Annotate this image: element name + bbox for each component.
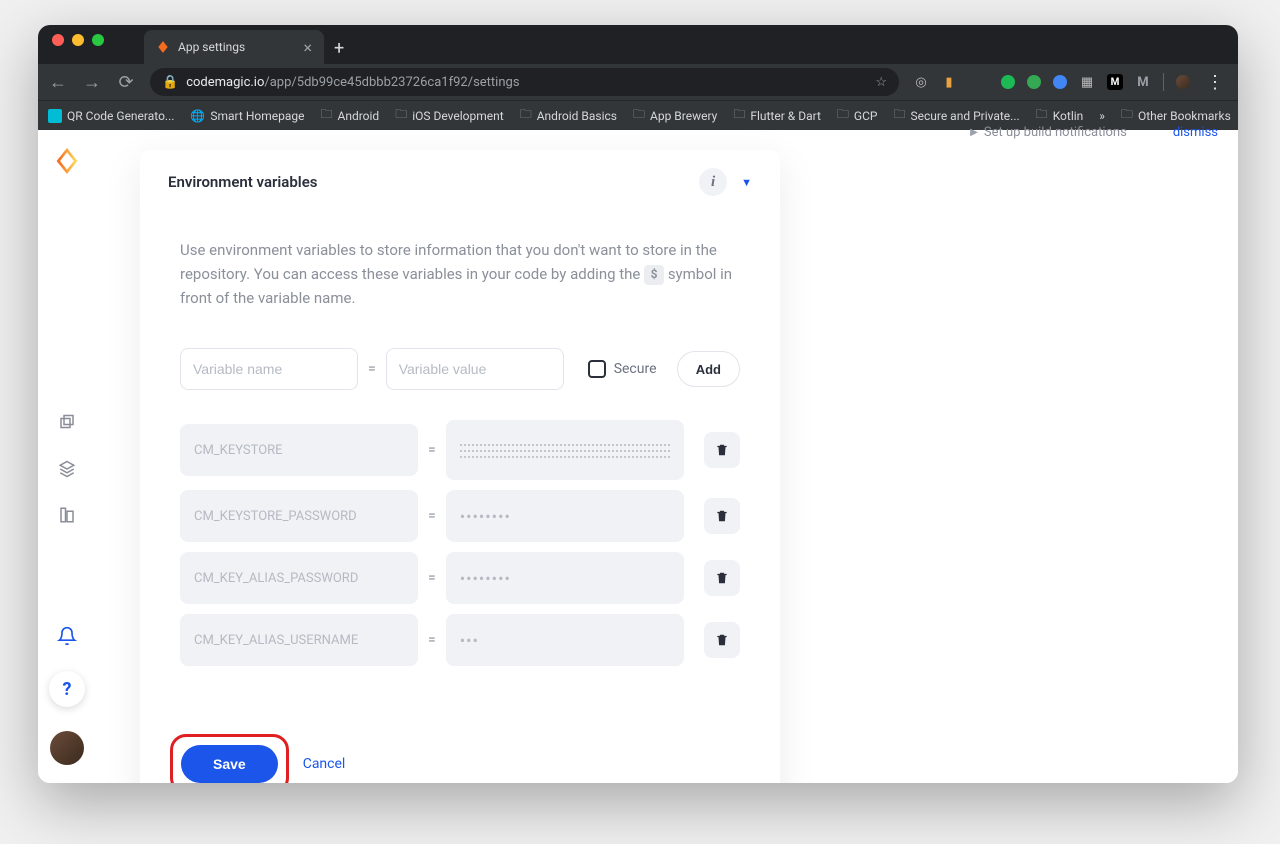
bookmark-item[interactable]: 🗀Kotlin bbox=[1036, 105, 1084, 126]
save-highlight: Save bbox=[170, 734, 289, 783]
extension-icon[interactable]: ◎ bbox=[913, 74, 929, 90]
hint-text[interactable]: Set up build notifications bbox=[984, 125, 1127, 140]
close-tab-icon[interactable]: × bbox=[303, 38, 312, 57]
card-title: Environment variables bbox=[168, 173, 318, 191]
delete-button[interactable] bbox=[704, 560, 740, 596]
secure-checkbox[interactable] bbox=[588, 360, 606, 378]
page-content: ? Environment variables i ▼ Use environm… bbox=[38, 130, 1238, 783]
menu-icon[interactable]: ⋮ bbox=[1202, 72, 1228, 93]
toolbar-extensions: ◎ ▮ ▦ M M ⋮ bbox=[913, 72, 1228, 93]
user-avatar[interactable] bbox=[50, 731, 84, 765]
tab-bar: App settings × + bbox=[38, 25, 1238, 64]
variable-value-input[interactable] bbox=[386, 348, 564, 390]
bookmark-item[interactable]: 🗀App Brewery bbox=[633, 105, 717, 126]
app-logo[interactable] bbox=[54, 148, 80, 174]
url-path: /app/5db99ce45dbbb23726ca1f92/settings bbox=[264, 75, 519, 90]
variable-value-field[interactable]: •••••••• bbox=[446, 490, 684, 542]
extension-icon[interactable]: ▮ bbox=[941, 74, 957, 90]
card-header: Environment variables i ▼ bbox=[140, 150, 780, 214]
cancel-link[interactable]: Cancel bbox=[303, 756, 346, 772]
dismiss-link[interactable]: dismiss bbox=[1173, 125, 1218, 140]
collapse-icon[interactable]: ▼ bbox=[741, 176, 752, 189]
main-area: Environment variables i ▼ Use environmen… bbox=[96, 130, 1238, 783]
bookmark-item[interactable]: 🗀Secure and Private... bbox=[893, 105, 1019, 126]
variable-row: CM_KEY_ALIAS_PASSWORD = •••••••• bbox=[180, 552, 740, 604]
card-description: Use environment variables to store infor… bbox=[180, 238, 740, 310]
bell-icon[interactable] bbox=[56, 625, 78, 647]
delete-button[interactable] bbox=[704, 432, 740, 468]
extension-icon[interactable] bbox=[1027, 75, 1041, 89]
url-domain: codemagic.io bbox=[186, 75, 264, 90]
secure-label: Secure bbox=[614, 361, 657, 377]
variable-name-field[interactable]: CM_KEY_ALIAS_PASSWORD bbox=[180, 552, 418, 604]
equals-sign: = bbox=[368, 361, 376, 377]
bookmarks-more[interactable]: » bbox=[1099, 109, 1105, 123]
new-tab-button[interactable]: + bbox=[324, 38, 354, 59]
variable-name-field[interactable]: CM_KEYSTORE bbox=[180, 424, 418, 476]
bookmark-item[interactable]: QR Code Generato... bbox=[48, 109, 174, 123]
variable-row: CM_KEYSTORE = bbox=[180, 420, 740, 480]
variable-row: CM_KEY_ALIAS_USERNAME = ••• bbox=[180, 614, 740, 666]
extension-icon[interactable] bbox=[1053, 75, 1067, 89]
variable-name-input[interactable] bbox=[180, 348, 358, 390]
save-button[interactable]: Save bbox=[181, 745, 278, 783]
back-button[interactable]: ← bbox=[48, 72, 68, 93]
tab-title: App settings bbox=[178, 40, 245, 54]
tab-favicon bbox=[156, 40, 170, 54]
env-vars-card: Environment variables i ▼ Use environmen… bbox=[140, 150, 780, 783]
extension-icon[interactable]: M bbox=[1107, 74, 1123, 90]
profile-avatar[interactable] bbox=[1176, 75, 1190, 89]
variable-name-field[interactable]: CM_KEY_ALIAS_USERNAME bbox=[180, 614, 418, 666]
form-actions: Save Cancel bbox=[140, 734, 780, 783]
bookmark-item[interactable]: 🗀Android Basics bbox=[520, 105, 617, 126]
other-bookmarks[interactable]: 🗀Other Bookmarks bbox=[1121, 105, 1231, 126]
extension-icon[interactable] bbox=[1001, 75, 1015, 89]
notification-hint: ▶ Set up build notifications dismiss bbox=[970, 125, 1218, 140]
help-button[interactable]: ? bbox=[49, 671, 85, 707]
variable-value-field[interactable] bbox=[446, 420, 684, 480]
variable-row: CM_KEYSTORE_PASSWORD = •••••••• bbox=[180, 490, 740, 542]
browser-tab[interactable]: App settings × bbox=[144, 30, 324, 64]
apps-icon[interactable] bbox=[56, 412, 78, 434]
delete-button[interactable] bbox=[704, 622, 740, 658]
layers-icon[interactable] bbox=[56, 458, 78, 480]
bookmark-item[interactable]: 🗀iOS Development bbox=[395, 105, 504, 126]
sidebar-rail: ? bbox=[38, 130, 96, 783]
dollar-symbol-badge: $ bbox=[644, 265, 664, 285]
maximize-window-button[interactable] bbox=[92, 34, 104, 46]
extension-icon[interactable]: ▦ bbox=[1079, 74, 1095, 90]
lock-icon: 🔒 bbox=[162, 75, 178, 90]
new-variable-row: = Secure Add bbox=[180, 348, 740, 390]
info-icon[interactable]: i bbox=[699, 168, 727, 196]
bookmark-item[interactable]: 🗀Flutter & Dart bbox=[733, 105, 821, 126]
variable-value-field[interactable]: ••• bbox=[446, 614, 684, 666]
close-window-button[interactable] bbox=[52, 34, 64, 46]
forward-button[interactable]: → bbox=[82, 72, 102, 93]
docs-icon[interactable] bbox=[56, 504, 78, 526]
bookmark-item[interactable]: 🗀GCP bbox=[837, 105, 878, 126]
variable-name-field[interactable]: CM_KEYSTORE_PASSWORD bbox=[180, 490, 418, 542]
minimize-window-button[interactable] bbox=[72, 34, 84, 46]
bookmark-item[interactable]: 🌐Smart Homepage bbox=[190, 109, 304, 123]
reload-button[interactable]: ⟳ bbox=[116, 72, 136, 93]
caret-right-icon: ▶ bbox=[970, 127, 978, 138]
bookmark-star-icon[interactable]: ☆ bbox=[875, 75, 887, 90]
variable-value-field[interactable]: •••••••• bbox=[446, 552, 684, 604]
delete-button[interactable] bbox=[704, 498, 740, 534]
window-controls bbox=[52, 25, 104, 64]
url-field[interactable]: 🔒 codemagic.io/app/5db99ce45dbbb23726ca1… bbox=[150, 68, 899, 96]
extension-icon[interactable]: M bbox=[1135, 74, 1151, 90]
add-button[interactable]: Add bbox=[677, 351, 740, 387]
address-bar: ← → ⟳ 🔒 codemagic.io/app/5db99ce45dbbb23… bbox=[38, 64, 1238, 100]
bookmark-item[interactable]: 🗀Android bbox=[320, 105, 379, 126]
